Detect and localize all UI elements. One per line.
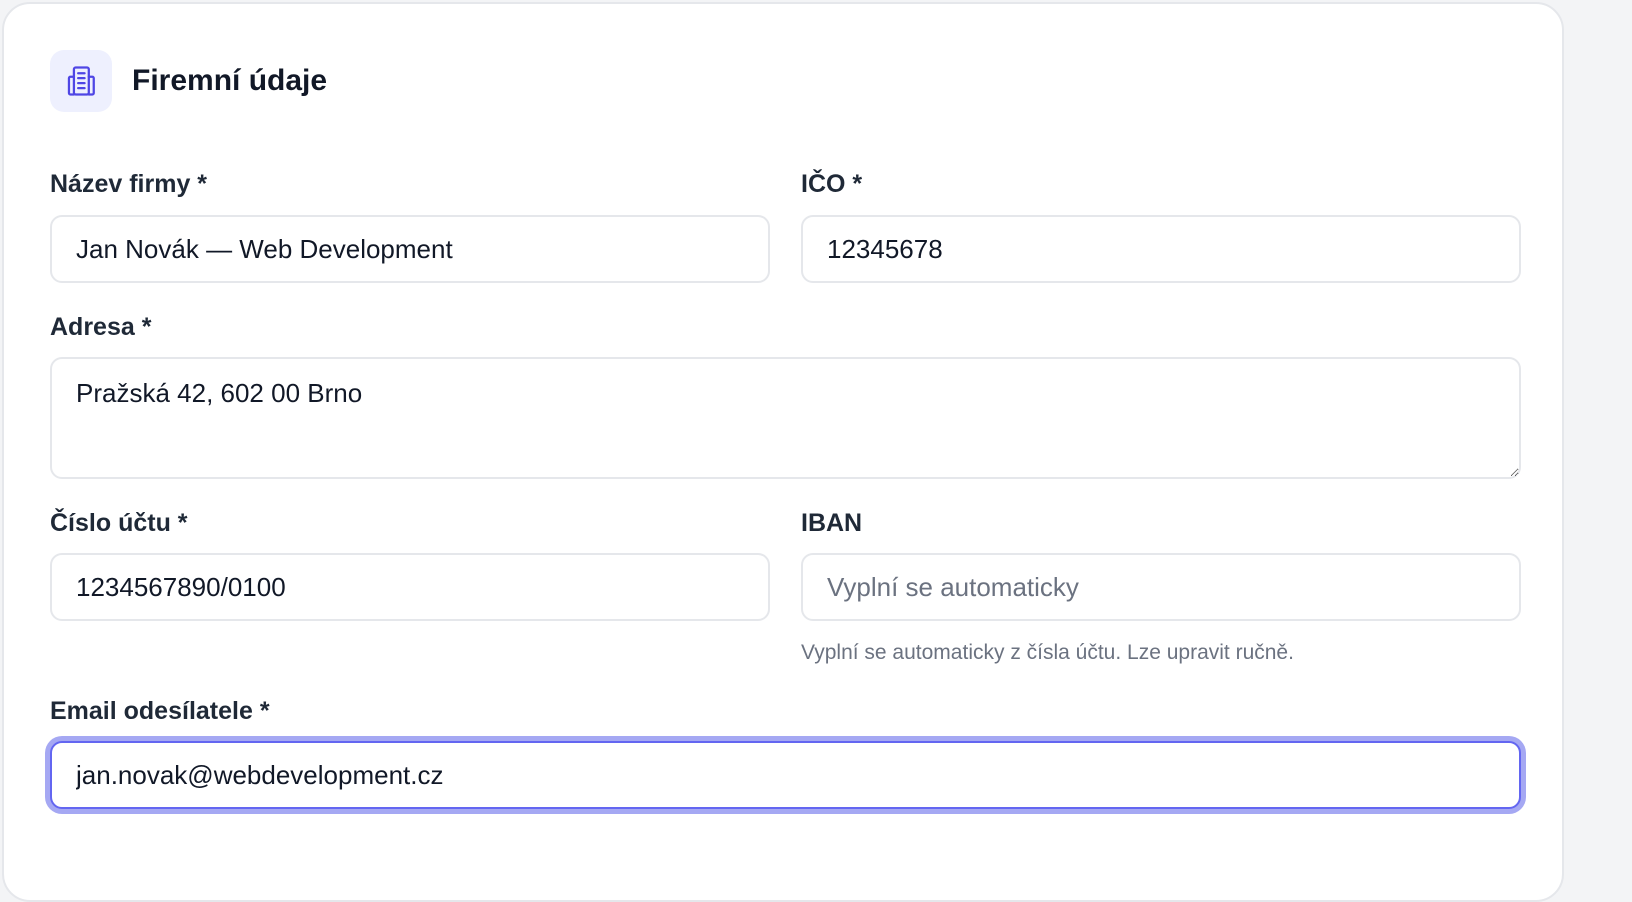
sender-email-input[interactable] [50, 741, 1521, 809]
account-number-label: Číslo účtu * [50, 509, 188, 537]
iban-hint: Vyplní se automaticky z čísla účtu. Lze … [801, 641, 1294, 664]
company-details-card: Firemní údaje Název firmy * IČO * Adresa… [2, 2, 1564, 902]
address-label: Adresa * [50, 313, 152, 341]
company-name-label: Název firmy * [50, 170, 208, 198]
company-name-input[interactable] [50, 215, 770, 283]
ico-label: IČO * [801, 170, 863, 198]
building-icon [50, 50, 112, 112]
account-number-input[interactable] [50, 553, 770, 621]
sender-email-label: Email odesílatele * [50, 697, 270, 725]
section-header: Firemní údaje [50, 50, 327, 112]
iban-input[interactable] [801, 553, 1521, 621]
iban-label: IBAN [801, 509, 863, 537]
ico-input[interactable] [801, 215, 1521, 283]
address-textarea[interactable]: Pražská 42, 602 00 Brno [50, 357, 1521, 479]
section-title: Firemní údaje [132, 64, 328, 97]
